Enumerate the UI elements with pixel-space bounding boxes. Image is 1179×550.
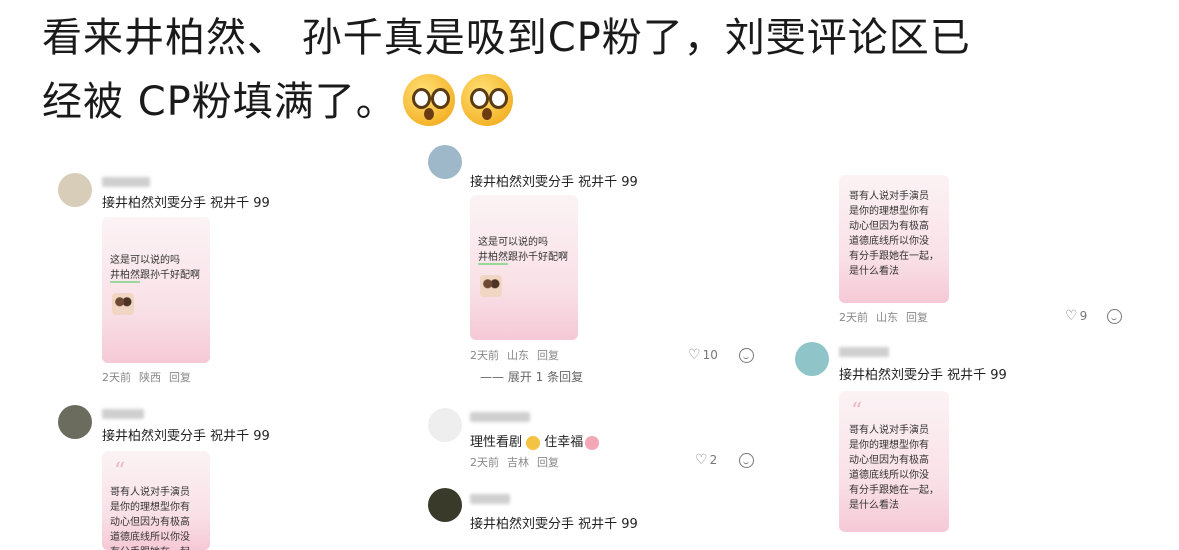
comment-meta: 2天前 山东 回复 [470,347,567,363]
pig-emoji-icon [585,435,600,450]
image-attachment[interactable]: “ 哥有人说对手演员 是你的理想型你有 动心但因为有极高 道德底线所以你没 有分… [102,451,210,550]
avatar[interactable] [58,405,92,439]
emoji-reaction-icon[interactable] [739,348,754,363]
avatar[interactable] [795,342,829,376]
screenshot-column-3: 哥有人说对手演员 是你的理想型你有 动心但因为有极高 道德底线所以你没 有分手跟… [785,165,1145,550]
comment-text: 接井柏然刘雯分手 祝井千 99 [839,368,1007,383]
comment-text: 理性看剧 住幸福 [470,431,600,450]
comment-location: 山东 [507,349,529,362]
quote-mark: “ [114,459,126,484]
like-button[interactable]: ♡ 9 [1065,308,1087,324]
comment-text: 接井柏然刘雯分手 祝井千 99 [102,429,270,444]
caption-line-2: 经被 CP粉填满了。 [42,70,1152,134]
caption-line-1: 看来井柏然、 孙千真是吸到CP粉了，刘雯评论区已 [42,15,971,61]
image-attachment[interactable]: 哥有人说对手演员 是你的理想型你有 动心但因为有极高 道德底线所以你没 有分手跟… [839,175,949,303]
username-blurred [470,412,530,422]
comment-location: 山东 [876,311,898,324]
heart-icon: ♡ [1065,308,1078,324]
card-line-2: 井柏然跟孙千好配啊 [478,250,568,265]
card-line-2: 井柏然跟孙千好配啊 [110,268,200,283]
username-blurred [470,494,510,504]
image-attachment[interactable]: 这是可以说的吗 井柏然跟孙千好配啊 [470,195,578,340]
comment-text: 接井柏然刘雯分手 祝井千 99 [470,175,638,190]
like-count: 2 [709,453,718,467]
flushed-face-emoji-icon [460,74,513,126]
card-paragraph: 哥有人说对手演员 是你的理想型你有 动心但因为有极高 道德底线所以你没 有分手跟… [849,425,939,511]
card-line-2-rest: 跟孙千好配啊 [140,270,200,281]
comment-meta: 2天前 山东 回复 [839,309,936,325]
expand-replies-link[interactable]: —— 展开 1 条回复 [480,368,583,385]
card-line-1: 这是可以说的吗 [110,255,180,266]
image-attachment[interactable]: 这是可以说的吗 井柏然跟孙千好配啊 [102,217,210,363]
photo-thumbnail [112,293,134,315]
avatar[interactable] [428,145,462,179]
expand-replies-label: 展开 1 条回复 [507,370,584,384]
avatar[interactable] [58,173,92,207]
reply-button[interactable]: 回复 [537,456,559,469]
comment-time: 2天前 [470,456,499,469]
comment-meta: 2天前 陕西 回复 [102,369,199,385]
card-paragraph: 哥有人说对手演员 是你的理想型你有 动心但因为有极高 道德底线所以你没 有分手跟… [849,191,939,277]
comment-location: 陕西 [139,371,161,384]
username-blurred [839,347,889,357]
screenshot-column-1: 接井柏然刘雯分手 祝井千 99 这是可以说的吗 井柏然跟孙千好配啊 2天前 陕西回… [44,165,374,550]
comment-text-emoji: 住幸福 [544,435,584,450]
avatar[interactable] [428,488,462,522]
like-count: 10 [702,348,718,362]
photo-thumbnail [480,275,502,297]
reply-button[interactable]: 回复 [169,371,191,384]
like-button[interactable]: ♡ 2 [695,452,717,468]
post-caption: 看来井柏然、 孙千真是吸到CP粉了，刘雯评论区已 经被 CP粉填满了。 [42,6,1152,134]
comment-time: 2天前 [470,349,499,362]
emoji-reaction-icon[interactable] [739,453,754,468]
emoji-reaction-icon[interactable] [1107,309,1122,324]
comment-time: 2天前 [102,371,131,384]
quote-mark: “ [851,399,863,424]
card-line-1: 这是可以说的吗 [478,237,548,248]
hugging-emoji-icon [526,435,541,450]
avatar[interactable] [428,408,462,442]
card-highlight: 井柏然 [110,270,140,283]
caption-line-2-text: 经被 CP粉填满了。 [42,79,397,125]
comment-location: 吉林 [507,456,529,469]
card-highlight: 井柏然 [478,252,508,265]
card-paragraph: 哥有人说对手演员 是你的理想型你有 动心但因为有极高 道德底线所以你没 有分手跟… [110,487,200,550]
heart-icon: ♡ [688,347,701,363]
heart-icon: ♡ [695,452,708,468]
comment-time: 2天前 [839,311,868,324]
comment-text-main: 理性看剧 [470,435,523,450]
like-button[interactable]: ♡ 10 [688,347,718,363]
screenshot-column-2: 接井柏然刘雯分手 祝井千 99 这是可以说的吗 井柏然跟孙千好配啊 2天前 山东回… [410,145,770,550]
like-count: 9 [1079,309,1088,323]
card-line-2-rest: 跟孙千好配啊 [508,252,568,263]
comment-text: 接井柏然刘雯分手 祝井千 99 [102,196,270,211]
reply-button[interactable]: 回复 [906,311,928,324]
comment-text: 接井柏然刘雯分手 祝井千 99 [470,517,638,532]
reply-button[interactable]: 回复 [537,349,559,362]
comment-meta: 2天前 吉林 回复 [470,454,567,470]
image-attachment[interactable]: “ 哥有人说对手演员 是你的理想型你有 动心但因为有极高 道德底线所以你没 有分… [839,391,949,532]
username-blurred [102,409,144,419]
flushed-face-emoji-icon [402,74,455,126]
username-blurred [102,177,150,187]
